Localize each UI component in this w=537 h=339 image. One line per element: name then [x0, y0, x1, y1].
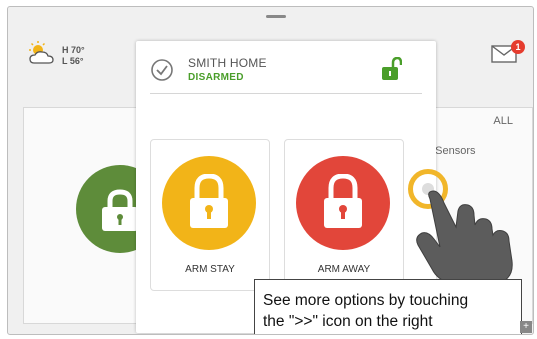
- header-divider: [150, 93, 422, 94]
- arm-away-label: ARM AWAY: [317, 264, 371, 275]
- plus-icon[interactable]: +: [520, 321, 532, 333]
- arm-away-circle: [296, 156, 390, 250]
- arm-stay-label: ARM STAY: [185, 264, 235, 275]
- arm-away-button[interactable]: ARM AWAY: [284, 139, 404, 291]
- lock-icon: [190, 174, 228, 228]
- tutorial-tooltip: See more options by touching the ">>" ic…: [254, 279, 522, 334]
- notification-badge: 1: [511, 40, 525, 54]
- check-circle-icon: [150, 58, 174, 87]
- weather-high: H 70°: [62, 45, 85, 55]
- weather-low: L 56°: [62, 56, 84, 66]
- pointing-hand-icon: [408, 189, 533, 289]
- pull-down-handle[interactable]: [266, 15, 286, 18]
- tooltip-line-1: See more options by touching: [263, 292, 469, 309]
- arm-status: DISARMED: [188, 72, 244, 83]
- all-filter[interactable]: ALL: [493, 115, 513, 127]
- unlocked-icon: [380, 56, 403, 86]
- arm-stay-button[interactable]: ARM STAY: [150, 139, 270, 291]
- lock-icon: [324, 174, 362, 228]
- weather-widget[interactable]: H 70° L 56°: [26, 41, 96, 71]
- partly-cloudy-icon: [26, 41, 58, 72]
- home-name: SMITH HOME: [188, 56, 267, 70]
- panel-screen: H 70° L 56° 1 ALL e Sensors SMITH HOME D…: [7, 6, 534, 335]
- tooltip-line-2: the ">>" icon on the right: [263, 313, 433, 330]
- arm-stay-circle: [162, 156, 256, 250]
